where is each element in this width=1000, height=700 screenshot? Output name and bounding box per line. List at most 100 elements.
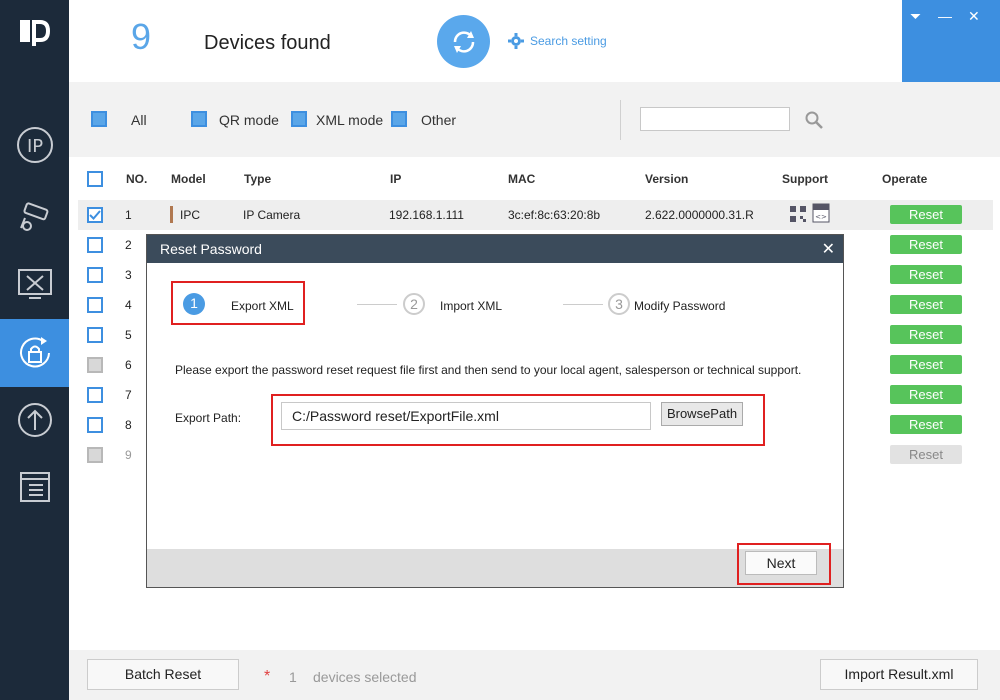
- reset-button[interactable]: Reset: [890, 385, 962, 404]
- dropdown-icon[interactable]: ⏷: [910, 8, 921, 25]
- import-result-button[interactable]: Import Result.xml: [820, 659, 978, 690]
- export-path-label: Export Path:: [175, 411, 242, 425]
- svg-text:<>: <>: [815, 213, 827, 221]
- next-button[interactable]: Next: [745, 551, 817, 575]
- row-checkbox[interactable]: [87, 387, 103, 403]
- batch-reset-button[interactable]: Batch Reset: [87, 659, 239, 690]
- refresh-button[interactable]: [437, 15, 490, 68]
- row-checkbox[interactable]: [87, 237, 103, 253]
- close-icon[interactable]: ✕: [968, 8, 980, 25]
- row-type: IP Camera: [243, 208, 301, 222]
- refresh-icon: [453, 30, 474, 53]
- row-no: 2: [125, 238, 132, 252]
- model-marker: [170, 206, 173, 223]
- app-logo: [18, 18, 52, 46]
- row-checkbox[interactable]: [87, 267, 103, 283]
- required-star: *: [264, 668, 271, 685]
- table-header: NO. Model Type IP MAC Version Support Op…: [78, 160, 993, 198]
- close-icon[interactable]: ✕: [822, 239, 835, 259]
- row-ip: 192.168.1.111: [389, 208, 464, 222]
- dialog-title-bar: Reset Password ✕: [147, 235, 843, 263]
- step-2-number: 2: [403, 293, 425, 315]
- selected-count: 1: [289, 669, 297, 685]
- reset-button[interactable]: Reset: [890, 265, 962, 284]
- step-2-label: Import XML: [440, 299, 503, 313]
- col-ip: IP: [390, 172, 402, 186]
- gear-icon: [508, 33, 524, 49]
- row-version: 2.622.0000000.31.R: [645, 208, 754, 222]
- other-label: Other: [421, 112, 457, 128]
- reset-button[interactable]: Reset: [890, 205, 962, 224]
- dialog-title: Reset Password: [160, 241, 262, 257]
- qr-mode-checkbox[interactable]: [191, 111, 207, 127]
- ip-config-icon[interactable]: IP: [0, 111, 69, 179]
- export-path-highlight: C:/Password reset/ExportFile.xml BrowseP…: [271, 394, 765, 446]
- camera-settings-icon[interactable]: [0, 182, 69, 250]
- row-checkbox[interactable]: [87, 207, 103, 223]
- step-connector: [357, 304, 397, 305]
- col-support: Support: [782, 172, 828, 186]
- reset-button[interactable]: Reset: [890, 235, 962, 254]
- table-row[interactable]: 1 IPC IP Camera 192.168.1.111 3c:ef:8c:6…: [78, 200, 993, 230]
- reset-button[interactable]: Reset: [890, 445, 962, 464]
- select-all-checkbox[interactable]: [87, 171, 103, 187]
- other-checkbox[interactable]: [391, 111, 407, 127]
- browse-path-button[interactable]: BrowsePath: [661, 402, 743, 426]
- tools-icon[interactable]: [0, 250, 69, 318]
- svg-text:IP: IP: [27, 136, 43, 157]
- upgrade-icon[interactable]: [0, 386, 69, 454]
- row-checkbox[interactable]: [87, 417, 103, 433]
- all-label: All: [131, 112, 147, 128]
- col-type: Type: [244, 172, 272, 186]
- row-no: 3: [125, 268, 132, 282]
- row-no: 8: [125, 418, 132, 432]
- reset-button[interactable]: Reset: [890, 325, 962, 344]
- reset-button[interactable]: Reset: [890, 355, 962, 374]
- minimize-icon[interactable]: —: [938, 8, 952, 24]
- export-path-input[interactable]: C:/Password reset/ExportFile.xml: [281, 402, 651, 430]
- col-no: NO.: [126, 172, 148, 186]
- search-setting-link[interactable]: Search setting: [507, 32, 607, 50]
- check-icon: [89, 210, 101, 220]
- step-1-label: Export XML: [231, 299, 294, 313]
- step-connector: [563, 304, 603, 305]
- all-checkbox[interactable]: [91, 111, 107, 127]
- qr-mode-label: QR mode: [219, 112, 279, 128]
- sidebar: IP: [0, 0, 69, 700]
- password-reset-icon[interactable]: [0, 319, 69, 387]
- col-operate: Operate: [882, 172, 928, 186]
- search-input[interactable]: [640, 107, 790, 131]
- filter-bar: All QR mode XML mode Other: [69, 82, 1000, 157]
- reset-button[interactable]: Reset: [890, 295, 962, 314]
- qr-code-icon: [790, 206, 806, 222]
- col-model: Model: [171, 172, 206, 186]
- row-no: 6: [125, 358, 132, 372]
- row-no: 5: [125, 328, 132, 342]
- row-checkbox[interactable]: [87, 357, 103, 373]
- next-highlight: Next: [737, 543, 831, 585]
- device-count: 9: [131, 16, 152, 57]
- reset-password-dialog: Reset Password ✕ 1 Export XML 2 Import X…: [146, 234, 844, 588]
- step-3-label: Modify Password: [634, 299, 726, 313]
- row-no: 9: [125, 448, 132, 462]
- row-model: IPC: [180, 208, 201, 222]
- document-icon[interactable]: [0, 453, 69, 521]
- col-version: Version: [645, 172, 689, 186]
- header: 9 Devices found Search setting ⏷ — ✕: [69, 0, 1000, 82]
- row-checkbox[interactable]: [87, 327, 103, 343]
- row-checkbox[interactable]: [87, 297, 103, 313]
- devices-found-label: Devices found: [204, 32, 331, 54]
- search-setting-label: Search setting: [530, 34, 607, 48]
- search-icon[interactable]: [804, 110, 824, 130]
- xml-mode-label: XML mode: [316, 112, 384, 128]
- row-no: 4: [125, 298, 132, 312]
- step-3-number: 3: [608, 293, 630, 315]
- row-no: 7: [125, 388, 132, 402]
- instruction-text: Please export the password reset request…: [175, 363, 802, 377]
- row-checkbox[interactable]: [87, 447, 103, 463]
- xml-mode-checkbox[interactable]: [291, 111, 307, 127]
- step-1-number: 1: [183, 293, 205, 315]
- divider: [620, 100, 621, 140]
- bottom-bar: Batch Reset * 1 devices selected Import …: [69, 650, 1000, 700]
- reset-button[interactable]: Reset: [890, 415, 962, 434]
